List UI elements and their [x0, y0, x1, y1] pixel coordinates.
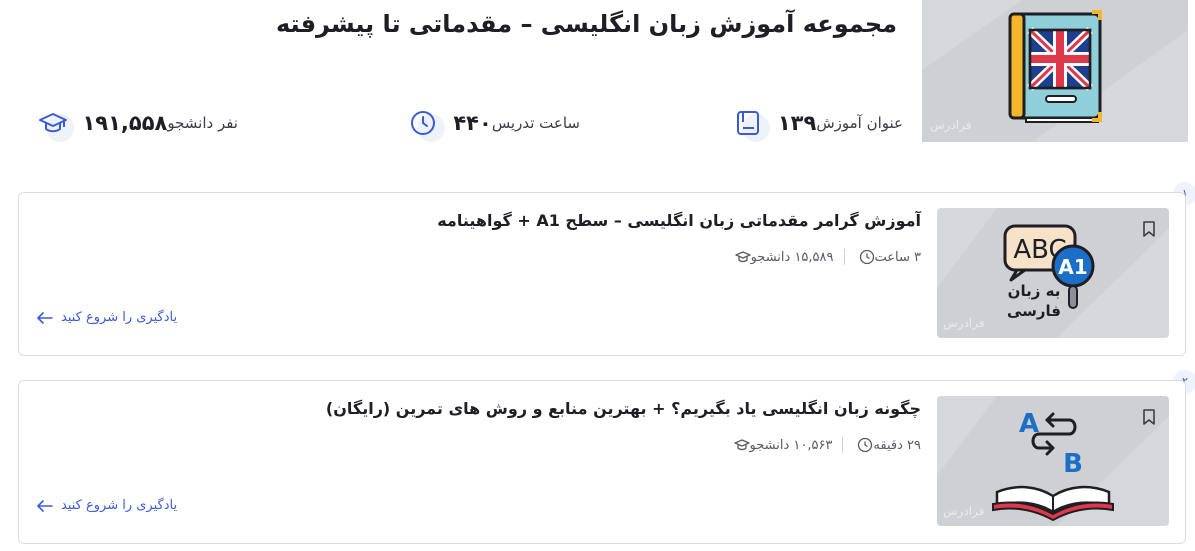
stat-students: ۱۹۱,۵۵۸ نفر دانشجو [26, 104, 238, 142]
thumb-watermark: فرادرس [943, 316, 985, 330]
meta-divider [842, 437, 844, 453]
graduation-cap-icon [733, 439, 750, 451]
stat-hours: ۴۴۰ ساعت تدریس [397, 104, 580, 142]
course-thumbnail[interactable]: ABC A1 به زبان فارسی فرادرس [937, 208, 1169, 338]
thumb-watermark: فرادرس [930, 118, 972, 132]
course-card[interactable]: A B فرادرس چگونه زبان انگلیسی یاد بگیریم… [18, 380, 1186, 544]
course-students: ۱۰,۵۶۳ دانشجو [749, 437, 833, 453]
collection-thumbnail: فرادرس [922, 0, 1188, 142]
thumb-watermark: فرادرس [943, 504, 985, 518]
course-card[interactable]: ABC A1 به زبان فارسی فرادرس آموزش گرامر … [18, 192, 1186, 356]
start-learning-link[interactable]: یادگیری را شروع کنید [37, 498, 177, 513]
stat-students-label: نفر دانشجو [167, 114, 238, 132]
lessons-icon [732, 104, 770, 142]
course-meta: ۱۰,۵۶۳ دانشجو ۲۹ دقیقه [730, 437, 921, 453]
page-title: مجموعه آموزش زبان انگلیسی – مقدماتی تا پ… [275, 10, 897, 38]
letter-b: B [1063, 449, 1083, 479]
course-duration: ۲۹ دقیقه [873, 437, 921, 453]
bookmark-icon[interactable] [1141, 220, 1157, 238]
arrow-left-icon [37, 499, 53, 512]
stat-hours-value: ۴۴۰ [453, 111, 492, 135]
stat-hours-label: ساعت تدریس [491, 114, 580, 132]
stat-lessons: ۱۳۹ عنوان آموزش [722, 104, 903, 142]
graduation-cap-icon [36, 104, 75, 142]
clock-icon [858, 437, 873, 453]
graduation-cap-icon [734, 251, 751, 263]
course-students: ۱۵,۵۸۹ دانشجو [750, 249, 834, 265]
stat-students-value: ۱۹۱,۵۵۸ [82, 111, 168, 135]
level-label: A1 [1058, 255, 1087, 279]
thumb-line-1: به زبان [1008, 282, 1061, 300]
meta-divider [843, 249, 845, 265]
stat-lessons-value: ۱۳۹ [777, 111, 817, 135]
course-duration: ۳ ساعت [874, 249, 922, 265]
bookmark-icon[interactable] [1141, 408, 1157, 426]
course-title[interactable]: آموزش گرامر مقدماتی زبان انگلیسی – سطح A… [437, 211, 921, 230]
start-learning-link[interactable]: یادگیری را شروع کنید [37, 310, 177, 325]
course-title[interactable]: چگونه زبان انگلیسی یاد بگیریم؟ + بهترین … [326, 399, 921, 418]
clock-icon [859, 249, 874, 265]
start-learning-label: یادگیری را شروع کنید [61, 310, 178, 325]
course-thumbnail[interactable]: A B فرادرس [937, 396, 1169, 526]
clock-icon [407, 104, 446, 142]
arrow-left-icon [37, 311, 53, 324]
thumb-line-2: فارسی [1007, 302, 1061, 320]
course-meta: ۱۵,۵۸۹ دانشجو ۳ ساعت [731, 249, 921, 265]
start-learning-label: یادگیری را شروع کنید [61, 498, 178, 513]
stat-lessons-label: عنوان آموزش [816, 114, 903, 132]
